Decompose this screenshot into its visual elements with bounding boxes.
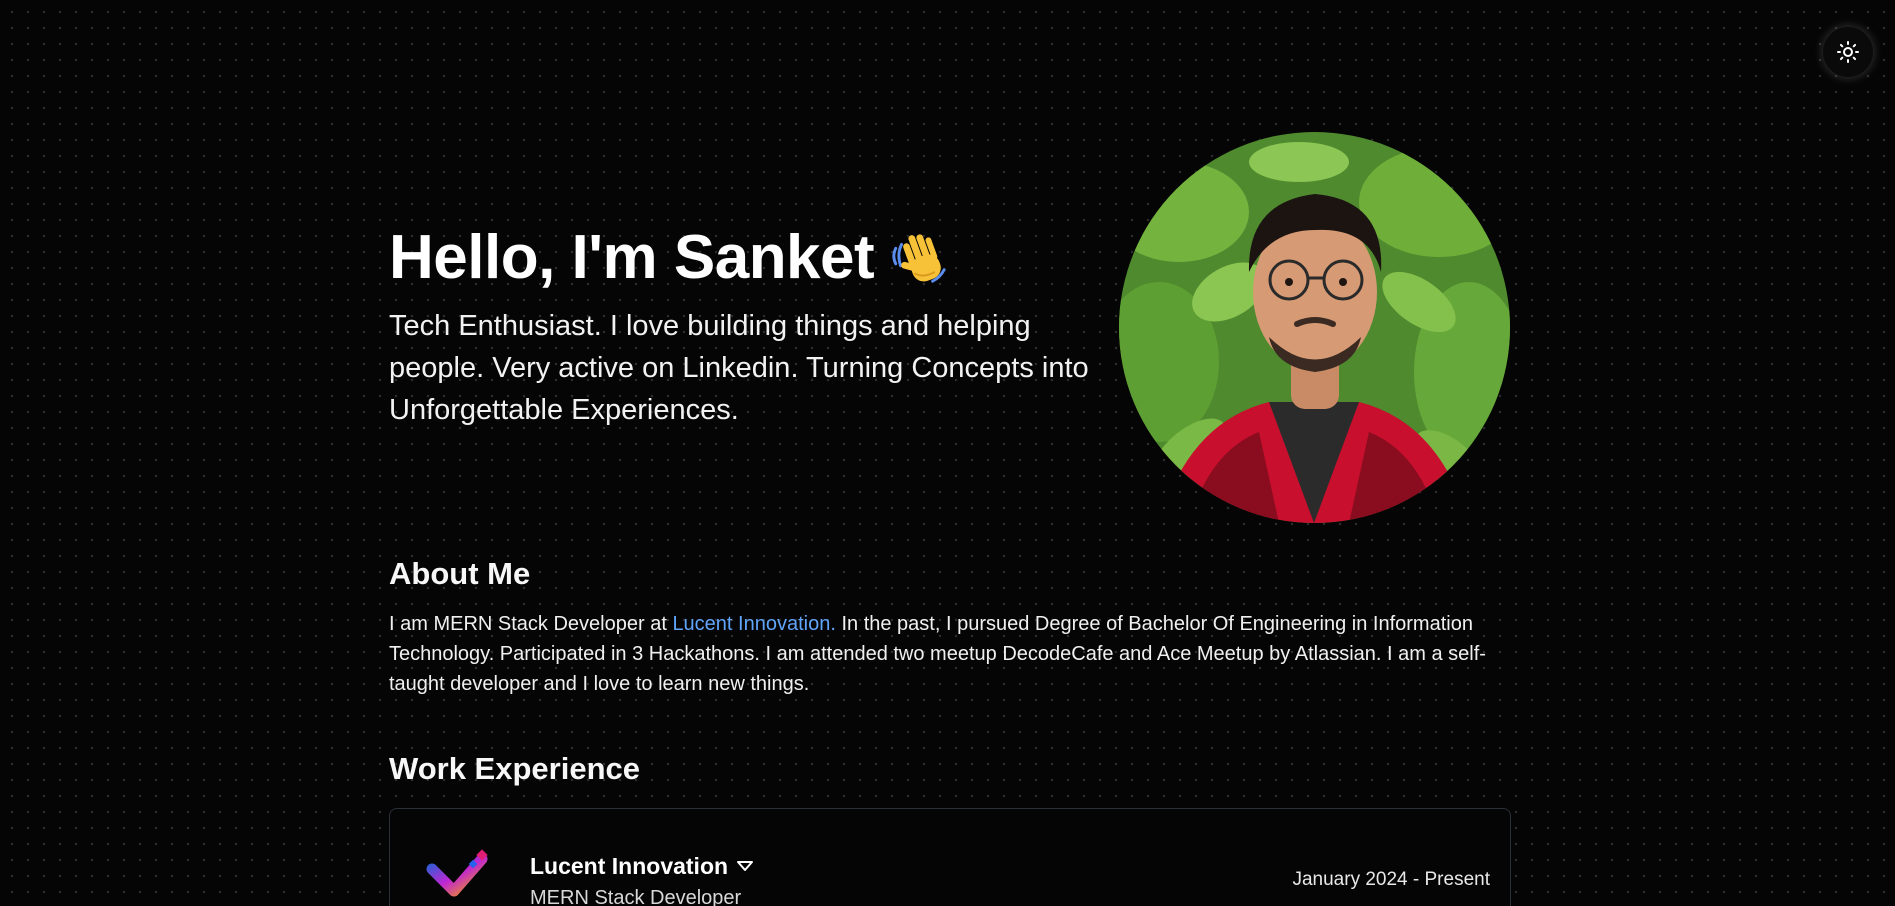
- job-dates: January 2024 - Present: [1292, 869, 1490, 890]
- hero-title: Hello, I'm Sanket: [389, 222, 950, 294]
- about-text-start: I am MERN Stack Developer at: [389, 613, 673, 635]
- about-heading: About Me: [389, 556, 531, 591]
- hero-title-text: Hello, I'm Sanket: [389, 223, 875, 292]
- theme-toggle-button[interactable]: [1822, 26, 1874, 78]
- job-role: MERN Stack Developer: [530, 887, 742, 906]
- work-experience-heading: Work Experience: [389, 751, 640, 786]
- work-experience-card[interactable]: Lucent Innovation MERN Stack Developer J…: [389, 808, 1511, 906]
- about-text: I am MERN Stack Developer at Lucent Inno…: [389, 609, 1514, 699]
- profile-photo: [1119, 132, 1510, 523]
- hero-subtitle: Tech Enthusiast. I love building things …: [389, 310, 1089, 426]
- chevron-down-icon[interactable]: [736, 860, 754, 872]
- company-logo: [426, 849, 488, 897]
- company-name[interactable]: Lucent Innovation: [530, 851, 754, 881]
- company-link[interactable]: Lucent Innovation.: [672, 613, 835, 635]
- waving-hand-icon: [892, 234, 946, 283]
- company-name-text: Lucent Innovation: [530, 853, 729, 879]
- sun-icon: [1837, 41, 1859, 63]
